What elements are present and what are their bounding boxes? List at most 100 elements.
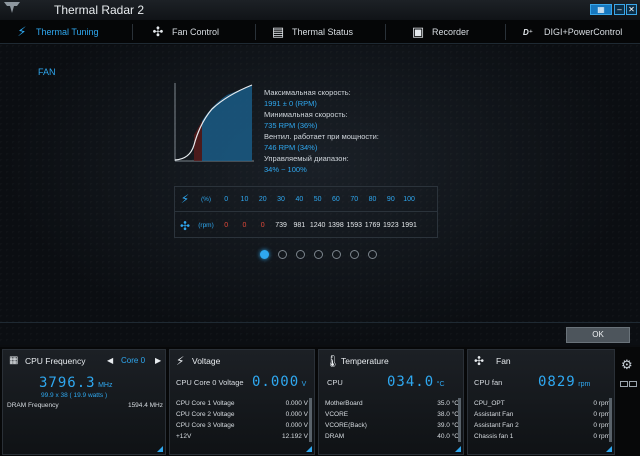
rpm-cell: 1769	[364, 222, 381, 229]
row-value: 0.000 V	[285, 422, 308, 429]
main-value: 0829	[538, 374, 576, 390]
panel-title: CPU Frequency	[25, 356, 86, 366]
fan-panel: ✣ Fan CPU fan 0829 rpm CPU_OPT 0 rpm Ass…	[467, 349, 615, 455]
rpm-cell: 1991	[401, 222, 417, 229]
row-value: 0 rpm	[593, 422, 610, 429]
page-dot[interactable]	[332, 250, 341, 259]
info-value: 735 RPM (36%)	[264, 121, 318, 130]
row-label: CPU_OPT	[474, 400, 505, 407]
row-label: MotherBoard	[325, 400, 363, 407]
panel-title: Voltage	[192, 356, 221, 366]
rpm-cell: 1240	[309, 222, 326, 229]
main-tabs: ⚡ Thermal Tuning ✣ Fan Control ▤ Thermal…	[0, 20, 640, 44]
percent-cell: 10	[240, 195, 249, 203]
row-value: 38.0 °C	[437, 411, 459, 418]
row-label: Assistant Fan	[474, 411, 514, 418]
row-value: 0.000 V	[285, 400, 308, 407]
title-bar: Thermal Radar 2 ▦ – ✕	[0, 0, 640, 20]
thermal-tuning-icon: ⚡	[17, 24, 27, 39]
fan-row: Assistant Fan 2 0 rpm	[474, 422, 610, 429]
percent-cell: 90	[386, 195, 395, 203]
core-next-button[interactable]: ▶	[155, 356, 161, 365]
curve-control-area	[202, 85, 252, 161]
page-indicator	[260, 250, 386, 259]
cpu-frequency-value: 3796.3	[39, 375, 96, 391]
rpm-cell: 0	[260, 222, 265, 229]
temperature-row: MotherBoard 35.0 °C	[325, 400, 459, 407]
core-selector: Core 0	[121, 356, 146, 365]
rpm-cell: 1398	[328, 222, 344, 229]
cpu-frequency-unit: MHz	[98, 382, 113, 389]
minimize-button[interactable]: –	[614, 4, 625, 15]
page-dot[interactable]	[368, 250, 377, 259]
main-label: CPU	[327, 378, 343, 387]
fan-row: Assistant Fan 0 rpm	[474, 411, 610, 418]
ok-button[interactable]: OK	[566, 327, 630, 343]
info-key: Вентил. работает при мощности:	[264, 132, 379, 141]
monitor-side-tools: ⚙	[618, 349, 638, 453]
page-dot[interactable]	[314, 250, 323, 259]
percent-cell: 100	[403, 195, 415, 203]
layout-toggle-button[interactable]: ▦	[590, 4, 612, 15]
tab-divider	[132, 24, 133, 40]
window-small-icon[interactable]	[620, 381, 628, 387]
temperature-row: VCORE 38.0 °C	[325, 411, 459, 418]
tab-thermal-tuning[interactable]: ⚡ Thermal Tuning	[14, 20, 98, 44]
tab-recorder[interactable]: ▣ Recorder	[410, 20, 469, 44]
voltage-scrollbar[interactable]	[309, 398, 312, 442]
tab-digi-power-control[interactable]: D⁺ DIGI+PowerControl	[518, 20, 622, 44]
document-icon: ▤	[271, 24, 285, 39]
tab-label: Fan Control	[172, 27, 220, 37]
page-dot[interactable]	[296, 250, 305, 259]
percent-cell: 20	[258, 195, 267, 203]
main-readout: 034.0 °C	[387, 374, 445, 390]
monitor-bar: ▦ CPU Frequency ◀ Core 0 ▶ 3796.3 MHz 99…	[0, 347, 640, 456]
resize-handle[interactable]	[306, 446, 312, 452]
close-button[interactable]: ✕	[626, 4, 637, 15]
row-value: 1594.4 MHz	[127, 402, 163, 409]
temperature-row: VCORE(Back) 39.0 °C	[325, 422, 459, 429]
row-label: CPU Core 1 Voltage	[176, 400, 235, 407]
rpm-row: ✣ (rpm) 0 0 0 739 981 1240 1398 1593 1769 1923 199…	[175, 213, 437, 238]
resize-handle[interactable]	[157, 446, 163, 452]
main-unit: °C	[436, 381, 445, 388]
percent-unit: (%)	[200, 195, 212, 203]
resize-handle[interactable]	[455, 446, 461, 452]
thermal-tuning-panel: FAN Максимальная скорость: 1991 ± 0 (RPM…	[0, 45, 640, 345]
temperature-scrollbar[interactable]	[458, 398, 461, 442]
main-label: CPU fan	[474, 378, 503, 387]
voltage-panel: ⚡ Voltage CPU Core 0 Voltage 0.000 V CPU…	[169, 349, 315, 455]
main-readout: 0829 rpm	[538, 374, 590, 390]
page-dot[interactable]	[278, 250, 287, 259]
info-key: Управляемый диапазон:	[264, 154, 349, 163]
row-value: 39.0 °C	[437, 422, 459, 429]
tab-label: DIGI+PowerControl	[544, 27, 623, 37]
row-label: CPU Core 2 Voltage	[176, 411, 235, 418]
temperature-panel: 🌡 Temperature CPU 034.0 °C MotherBoard 3…	[318, 349, 464, 455]
dram-frequency-row: DRAM Frequency 1594.4 MHz	[7, 402, 163, 409]
tab-fan-control[interactable]: ✣ Fan Control	[150, 20, 219, 44]
fan-info: Максимальная скорость: 1991 ± 0 (RPM) Ми…	[264, 87, 379, 175]
fan-row: CPU_OPT 0 rpm	[474, 400, 610, 407]
fan-section-label: FAN	[38, 67, 56, 77]
temperature-row: DRAM 40.0 °C	[325, 433, 459, 440]
minimize-icon: –	[617, 5, 622, 14]
fan-scrollbar[interactable]	[609, 398, 612, 442]
tab-thermal-status[interactable]: ▤ Thermal Status	[270, 20, 353, 44]
page-dot[interactable]	[350, 250, 359, 259]
rpm-cell: 0	[242, 222, 247, 229]
rpm-cell: 1593	[346, 222, 363, 229]
fan-curve-graph[interactable]	[172, 83, 254, 163]
core-prev-button[interactable]: ◀	[107, 356, 113, 365]
info-key: Минимальная скорость:	[264, 110, 348, 119]
percent-row: ⚡ (%) 0 10 20 30 40 50 60 70 80 90 100	[175, 187, 437, 212]
page-dot[interactable]	[260, 250, 269, 259]
percent-cell: 40	[295, 195, 304, 203]
main-unit: rpm	[578, 381, 591, 388]
row-value: 12.192 V	[281, 433, 308, 440]
window-large-icon[interactable]	[629, 381, 637, 387]
row-value: 0.000 V	[285, 411, 308, 418]
settings-gear-icon[interactable]: ⚙	[621, 357, 633, 373]
power-icon: ⚡	[180, 192, 190, 206]
resize-handle[interactable]	[606, 446, 612, 452]
